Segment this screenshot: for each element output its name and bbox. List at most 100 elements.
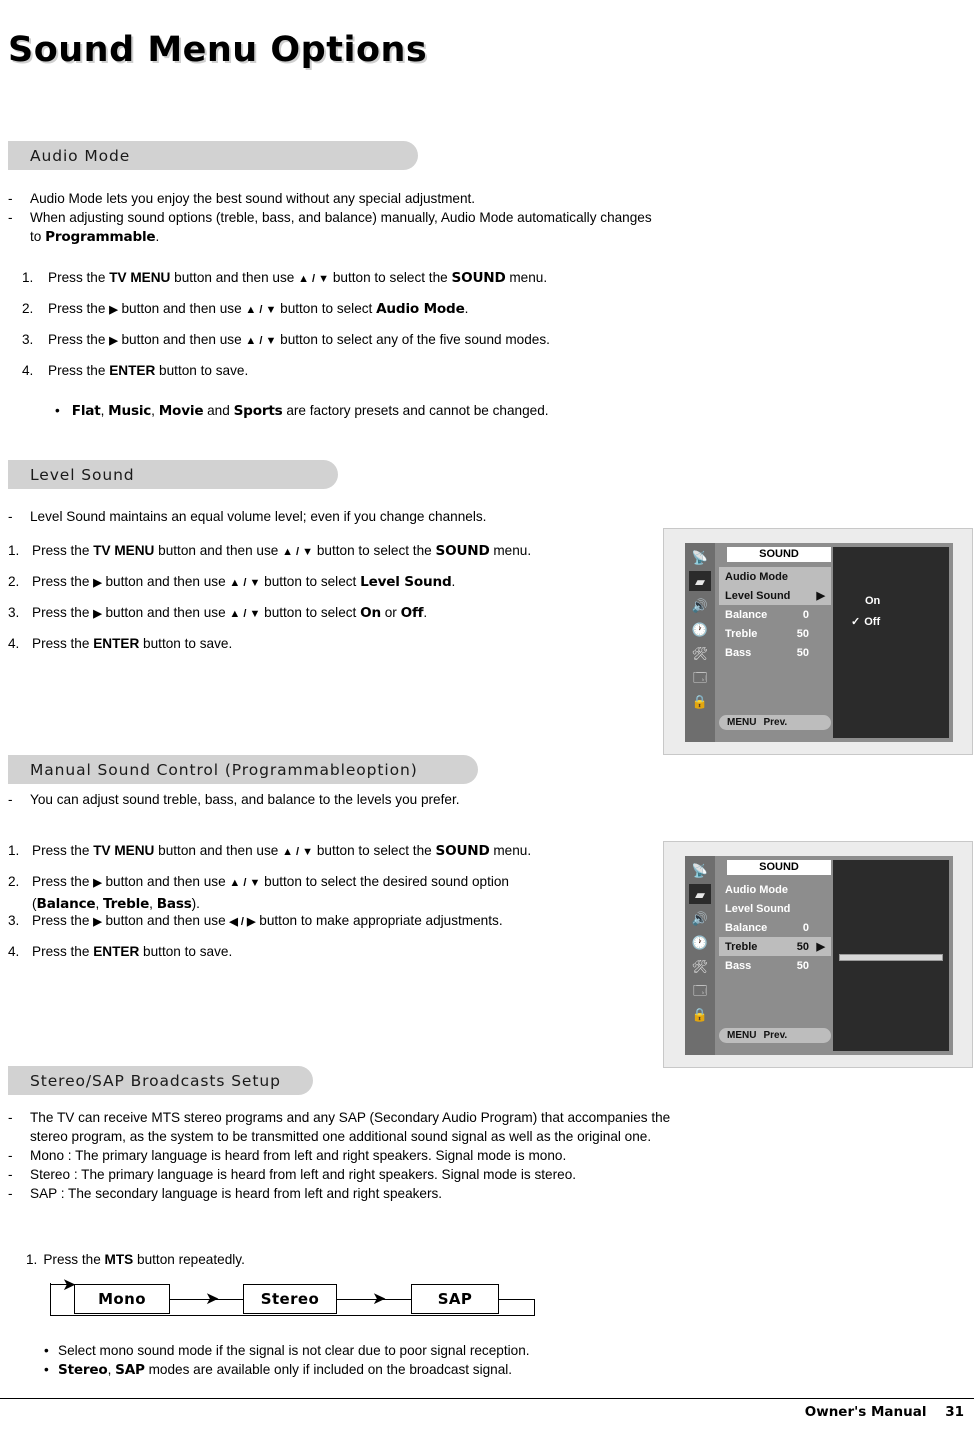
setup-icon[interactable]: 🛠 — [689, 643, 711, 663]
time-icon[interactable]: 🕐 — [689, 932, 711, 952]
stereo-bullet-1: The TV can receive MTS stereo programs a… — [30, 1110, 671, 1125]
dash-marker: - — [8, 1186, 13, 1201]
osd-menu-button[interactable]: MENU — [727, 717, 756, 728]
step-text: menu. — [489, 543, 532, 558]
step-text: button to select the — [329, 270, 452, 285]
step-text: button to select any of the five sound m… — [276, 332, 550, 347]
osd-prev-button[interactable]: Prev. — [763, 1030, 787, 1041]
step-text: button and then use — [170, 270, 299, 285]
section-heading-stereo-sap: Stereo/SAP Broadcasts Setup — [8, 1066, 313, 1095]
flow-line-3 — [499, 1299, 535, 1300]
step-text: Press the — [32, 636, 94, 651]
section-heading-level-sound-label: Level Sound — [30, 465, 135, 484]
dash-marker: - — [8, 509, 13, 524]
sound-icon[interactable]: 🔊 — [689, 595, 711, 615]
chevron-right-icon: ▶ — [816, 941, 825, 953]
step-number: 3. — [8, 913, 20, 928]
right-key: ▶ — [93, 608, 102, 620]
osd-row-treble[interactable]: Treble 50 ▶ — [719, 937, 831, 956]
step-text: button to select — [260, 605, 361, 620]
step-bold: TV MENU — [93, 543, 155, 558]
step-text: button to select the — [313, 543, 436, 558]
osd-menu-button[interactable]: MENU — [727, 1030, 756, 1041]
step-text: button to save. — [139, 944, 233, 959]
updown-keys: ▲ / ▼ — [229, 577, 261, 589]
step-text: . — [423, 605, 428, 620]
osd-option-on[interactable]: On — [865, 595, 880, 607]
flow-box-sap-label: SAP — [437, 1290, 473, 1308]
dash-marker: - — [8, 210, 13, 225]
arrow-right-icon: ➤ — [372, 1289, 387, 1308]
antenna-icon[interactable]: 📡 — [689, 860, 711, 880]
manual-sound-steps: 1. Press the TV MENU button and then use… — [8, 841, 658, 967]
audio-mode-bullets: - Audio Mode lets you enjoy the best sou… — [8, 189, 908, 247]
option-off: Off — [400, 605, 424, 621]
osd-row-value: 50 — [796, 646, 809, 659]
option-bass: Bass — [156, 896, 192, 912]
osd-manual-sound: 📡 ▰ 🔊 🕐 🛠 🗔 🔒 SOUND Audio Mode Level Sou… — [663, 841, 973, 1068]
stereo-bullet-4: SAP : The secondary language is heard fr… — [30, 1186, 443, 1201]
audio-mode-bullet-2-pre: to — [30, 229, 46, 244]
footer-divider — [0, 1398, 974, 1399]
level-sound-steps: 1. Press the TV MENU button and then use… — [8, 541, 658, 659]
step-bold: TV MENU — [109, 270, 171, 285]
osd-row-audio-mode[interactable]: Audio Mode — [719, 880, 831, 899]
osd-row-audio-mode[interactable]: Audio Mode — [719, 567, 831, 586]
sound-icon[interactable]: 🔊 — [689, 908, 711, 928]
right-key: ▶ — [109, 304, 118, 316]
stereo-sap-bullets: - The TV can receive MTS stereo programs… — [8, 1108, 948, 1203]
osd-row-label: Audio Mode — [725, 883, 788, 896]
osd-row-label: Bass — [725, 646, 752, 659]
lock-icon[interactable]: 🔒 — [689, 1004, 711, 1024]
flow-box-stereo-label: Stereo — [260, 1290, 320, 1308]
step-text: menu. — [505, 270, 548, 285]
flow-box-sap[interactable]: SAP — [411, 1284, 499, 1314]
manual-heading-bold: Programmable — [231, 760, 357, 779]
pip-icon[interactable]: 🗔 — [689, 980, 711, 1000]
time-icon[interactable]: 🕐 — [689, 619, 711, 639]
right-key: ▶ — [93, 877, 102, 889]
osd-row-balance[interactable]: Balance 0 — [719, 605, 831, 624]
osd-row-treble[interactable]: Treble 50 — [719, 624, 831, 643]
osd-body: 📡 ▰ 🔊 🕐 🛠 🗔 🔒 SOUND Audio Mode Level Sou… — [685, 543, 953, 742]
level-sound-bullet: - Level Sound maintains an equal volume … — [8, 507, 908, 526]
dash-marker: - — [8, 1110, 13, 1125]
osd-row-level-sound[interactable]: Level Sound ▶ — [719, 586, 831, 605]
step-text: button and then use — [154, 843, 283, 858]
osd-row-bass[interactable]: Bass 50 — [719, 643, 831, 662]
updown-keys: ▲ / ▼ — [229, 877, 261, 889]
picture-icon[interactable]: ▰ — [689, 884, 711, 904]
treble-slider[interactable] — [839, 954, 943, 961]
stereo-note-2: modes are available only if included on … — [144, 1362, 513, 1377]
option-treble: Treble — [103, 896, 150, 912]
section-heading-audio-mode: Audio Mode — [8, 141, 418, 170]
antenna-icon[interactable]: 📡 — [689, 547, 711, 567]
pip-icon[interactable]: 🗔 — [689, 667, 711, 687]
setup-icon[interactable]: 🛠 — [689, 956, 711, 976]
osd-body: 📡 ▰ 🔊 🕐 🛠 🗔 🔒 SOUND Audio Mode Level Sou… — [685, 856, 953, 1055]
section-heading-manual-sound: Manual Sound Control (Programmable optio… — [8, 755, 478, 784]
osd-prev-button[interactable]: Prev. — [763, 717, 787, 728]
osd-row-level-sound[interactable]: Level Sound — [719, 899, 831, 918]
step-text: button to select — [276, 301, 377, 316]
step-text: button and then use — [101, 574, 230, 589]
picture-icon[interactable]: ▰ — [689, 571, 711, 591]
audio-mode-bullet-1: Audio Mode lets you enjoy the best sound… — [30, 191, 476, 206]
audio-mode-steps: 1. Press the TV MENU button and then use… — [22, 268, 902, 386]
flow-box-stereo[interactable]: Stereo — [243, 1284, 337, 1314]
osd-row-balance[interactable]: Balance 0 — [719, 918, 831, 937]
flow-box-mono[interactable]: Mono — [74, 1284, 170, 1314]
flow-loop-left — [50, 1283, 51, 1315]
chevron-right-icon: ▶ — [816, 590, 825, 602]
osd-row-bass[interactable]: Bass 50 — [719, 956, 831, 975]
dash-marker: - — [8, 792, 13, 807]
step-text: Press the — [32, 944, 94, 959]
step-text: button and then use — [117, 332, 246, 347]
preset-flat: Flat — [71, 403, 101, 419]
osd-option-off[interactable]: ✓ Off — [851, 615, 880, 628]
step-text: button and then use — [154, 543, 283, 558]
step-text: button repeatedly. — [133, 1252, 245, 1267]
lock-icon[interactable]: 🔒 — [689, 691, 711, 711]
step-bold: ENTER — [93, 944, 140, 959]
step-bold: SOUND — [435, 543, 490, 559]
